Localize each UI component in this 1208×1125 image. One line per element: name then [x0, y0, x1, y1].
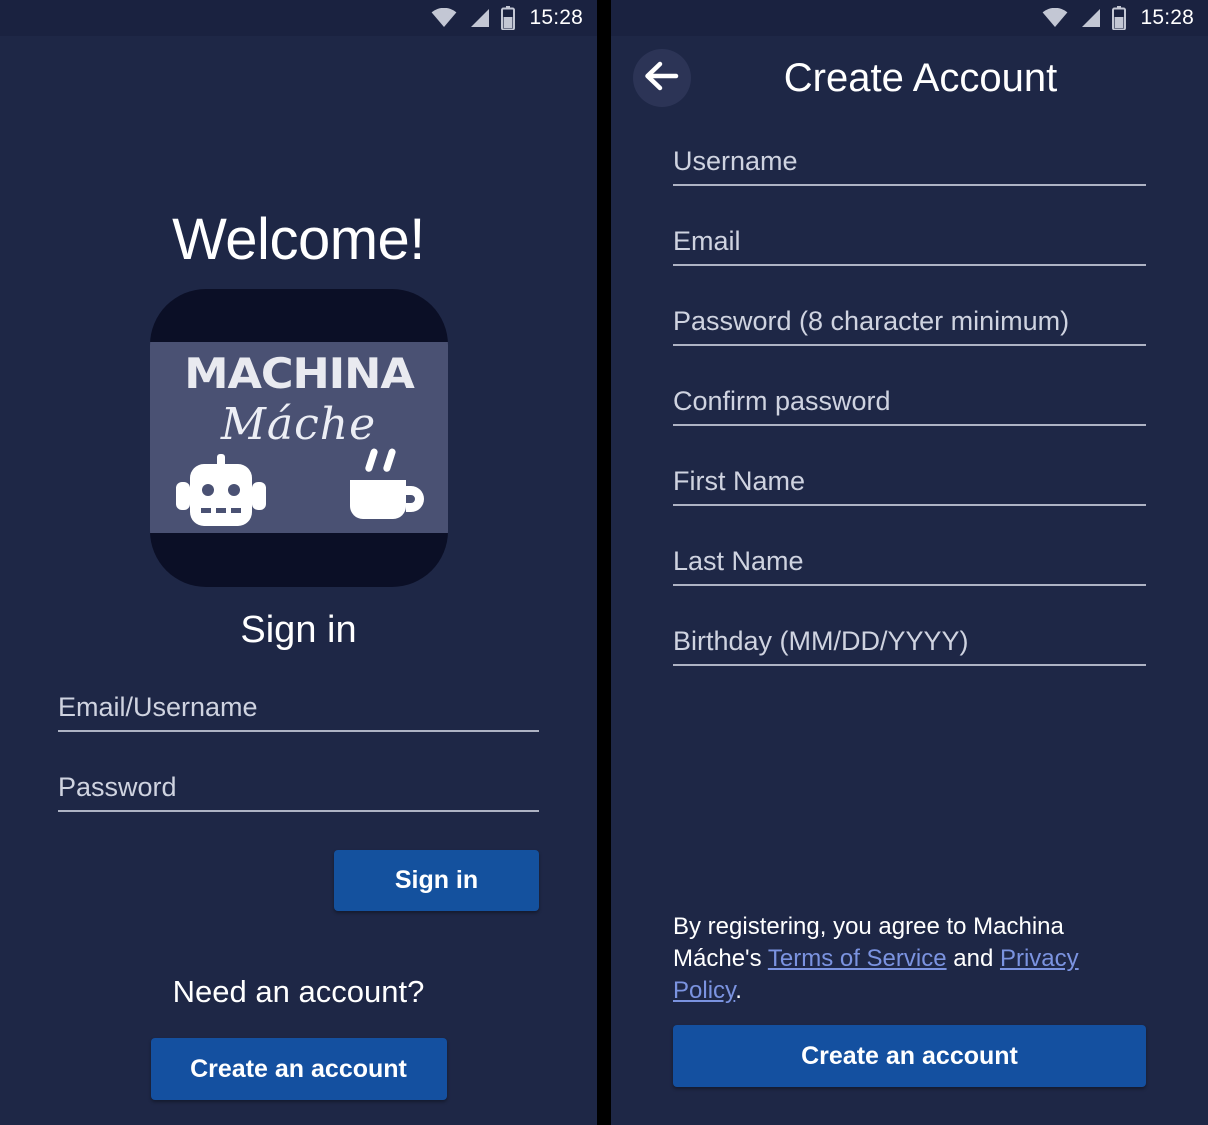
create-account-form: Username Email Password (8 character min…	[673, 144, 1146, 666]
cell-signal-icon	[468, 8, 490, 28]
screen-divider	[597, 0, 611, 1125]
app-logo-wrapper: MACHINA Máche	[0, 289, 597, 587]
password-field[interactable]: Password	[58, 770, 539, 812]
status-bar-clock: 15:28	[1140, 6, 1194, 29]
coffee-cup-icon	[348, 448, 424, 531]
app-logo: MACHINA Máche	[149, 289, 448, 587]
create-an-account-button[interactable]: Create an account	[673, 1025, 1146, 1087]
status-bar-right: 15:28	[611, 0, 1208, 36]
robot-head-icon	[175, 454, 266, 531]
status-bar-left: 15:28	[0, 0, 597, 36]
page-title: Create Account	[783, 55, 1058, 100]
sign-in-button-row: Sign in	[58, 850, 539, 911]
legal-suffix-text: .	[735, 977, 742, 1004]
sign-in-button[interactable]: Sign in	[334, 850, 539, 911]
wifi-icon	[1042, 8, 1068, 28]
create-account-screen: 15:28 Create Account Username Email Pass…	[611, 0, 1208, 1125]
sign-in-screen: 15:28 Welcome! MACHINA Máche Sign in Ema…	[0, 0, 597, 1125]
welcome-heading: Welcome!	[172, 207, 425, 272]
sign-in-form: Email/Username Password	[58, 690, 539, 812]
password-field[interactable]: Password (8 character minimum)	[673, 304, 1146, 346]
username-field[interactable]: Username	[673, 144, 1146, 186]
logo-script-text: Máche	[220, 399, 377, 450]
logo-wordmark: MACHINA	[183, 349, 415, 398]
first-name-field[interactable]: First Name	[673, 464, 1146, 506]
birthday-field[interactable]: Birthday (MM/DD/YYYY)	[673, 624, 1146, 666]
last-name-field[interactable]: Last Name	[673, 544, 1146, 586]
create-an-account-button[interactable]: Create an account	[150, 1038, 447, 1100]
status-bar-clock: 15:28	[529, 6, 583, 29]
create-account-button-row: Create an account	[673, 1025, 1146, 1087]
sign-in-heading: Sign in	[240, 609, 357, 651]
legal-disclaimer: By registering, you agree to Machina Mác…	[673, 911, 1146, 1007]
dual-screenshot-container: 15:28 Welcome! MACHINA Máche Sign in Ema…	[0, 0, 1208, 1125]
battery-icon	[1112, 6, 1127, 30]
battery-icon	[501, 6, 516, 30]
create-account-button-row: Create an account	[0, 1038, 597, 1100]
arrow-left-icon	[644, 61, 680, 96]
wifi-icon	[431, 8, 457, 28]
legal-conjunction-text: and	[946, 945, 1000, 972]
email-username-field[interactable]: Email/Username	[58, 690, 539, 732]
cell-signal-icon	[1079, 8, 1101, 28]
email-field[interactable]: Email	[673, 224, 1146, 266]
confirm-password-field[interactable]: Confirm password	[673, 384, 1146, 426]
app-bar: Create Account	[611, 36, 1208, 120]
back-button[interactable]	[633, 49, 691, 107]
terms-of-service-link[interactable]: Terms of Service	[768, 945, 947, 972]
need-account-label: Need an account?	[172, 974, 425, 1009]
